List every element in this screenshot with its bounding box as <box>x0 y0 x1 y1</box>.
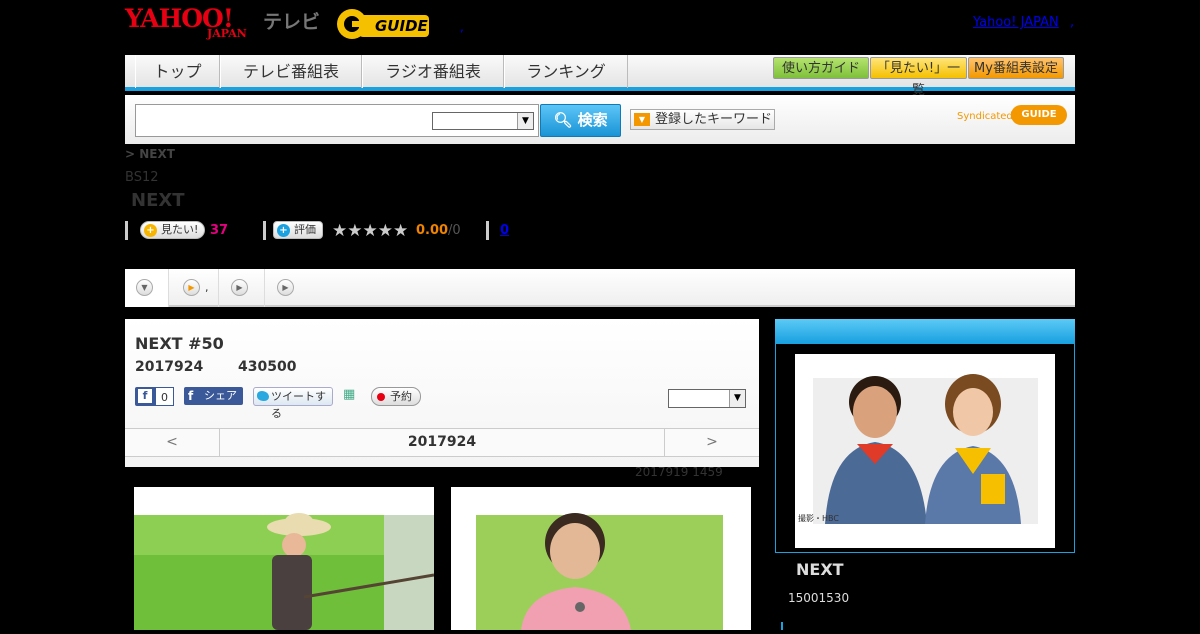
tweet-label: ツイートする <box>271 390 326 420</box>
facebook-share-button[interactable]: f シェア <box>184 387 243 405</box>
episode-photo-1[interactable] <box>134 487 435 630</box>
divider <box>125 221 128 240</box>
mitai-list-button[interactable]: 「見たい!」一覧 <box>870 57 967 98</box>
twitter-bird-icon <box>257 391 269 401</box>
gguide-logo[interactable]: GUIDE <box>335 7 431 41</box>
search-button-label: 検索 <box>577 111 608 129</box>
my-guide-settings-button[interactable]: My番組表設定 <box>968 57 1064 79</box>
sidebar-air-time: 15001530 <box>788 591 850 605</box>
episode-title: NEXT #50 <box>135 334 224 353</box>
tab-label: , <box>205 281 209 294</box>
japan-logo: JAPAN <box>207 27 247 40</box>
prev-date-button[interactable]: < <box>125 429 220 456</box>
star-rating-icon: ★★★★★ <box>332 221 409 241</box>
breadcrumb[interactable]: > NEXT <box>125 147 175 161</box>
header-small-link[interactable]: , <box>460 20 464 34</box>
header-separator: , <box>1070 15 1075 30</box>
mitai-button[interactable]: + 見たい! <box>140 221 206 239</box>
rating-count: /0 <box>448 223 461 238</box>
episode-date: 2017924 <box>135 359 204 375</box>
tab-reviews[interactable]: ▶ <box>265 269 311 307</box>
program-tabs: ▼ ▶ , ▶ ▶ <box>125 269 1075 307</box>
episode-time: 430500 <box>238 359 297 375</box>
reserve-button[interactable]: 予約 <box>371 387 421 406</box>
facebook-like-button[interactable]: f0 <box>135 387 174 406</box>
updated-timestamp: 2017919 1459 <box>635 465 723 479</box>
gguide-logo-text: GUIDE <box>375 17 428 35</box>
divider <box>263 221 266 240</box>
rate-button[interactable]: + 評価 <box>273 221 323 239</box>
reserve-label: 予約 <box>390 390 412 403</box>
search-button[interactable]: 🔍︎ 検索 <box>540 104 621 137</box>
rating-value: 0.00 <box>416 223 449 238</box>
program-title: NEXT <box>131 190 185 211</box>
usage-guide-button[interactable]: 使い方ガイド <box>773 57 869 79</box>
chevron-down-icon: ▼ <box>136 279 153 296</box>
search-bar: ▼ 🔍︎ 検索 ▼ 登録したキーワード Syndicated GUIDE <box>125 95 1075 144</box>
plus-icon: + <box>277 224 290 237</box>
mitai-count: 37 <box>210 223 229 238</box>
calendar-add-icon[interactable]: ▦ <box>343 387 359 405</box>
facebook-like-count: 0 <box>155 387 174 406</box>
rice-field-farmer-image <box>134 513 435 630</box>
plus-icon: + <box>144 224 157 237</box>
tab-info[interactable]: ▼ <box>125 269 169 307</box>
man-in-field-image <box>476 513 723 630</box>
tv-label[interactable]: テレビ <box>263 7 320 34</box>
syndicated-label: Syndicated <box>957 111 1013 122</box>
episode-photo-2[interactable] <box>451 487 751 630</box>
date-navigation: < 2017924 > <box>125 428 759 457</box>
dropdown-arrow-icon: ▼ <box>634 113 650 126</box>
main-nav: トップ テレビ番組表 ラジオ番組表 ランキング 使い方ガイド 「見たい!」一覧 … <box>125 55 1075 98</box>
tab-episodes[interactable]: ▶ , <box>169 269 219 307</box>
search-icon: 🔍︎ <box>553 111 573 129</box>
next-date-button[interactable]: > <box>664 429 759 456</box>
facebook-icon: f <box>138 389 152 403</box>
photo-credit: 撮影・HBC <box>798 514 839 523</box>
syndicated-gguide-logo: GUIDE <box>1011 105 1067 125</box>
play-icon: ▶ <box>183 279 200 296</box>
chevron-down-icon: ▼ <box>517 113 533 129</box>
nav-tab-top[interactable]: トップ <box>135 55 220 88</box>
facebook-icon: f <box>188 389 194 403</box>
sidebar-header <box>775 319 1075 343</box>
review-count-link[interactable]: 0 <box>500 223 509 238</box>
record-icon <box>377 393 385 401</box>
nav-tab-tv-guide[interactable]: テレビ番組表 <box>220 55 362 88</box>
nav-tab-radio-guide[interactable]: ラジオ番組表 <box>362 55 504 88</box>
mitai-label: 見たい! <box>161 223 199 236</box>
play-icon: ▶ <box>277 279 294 296</box>
sidebar-program-name: NEXT <box>796 560 844 579</box>
facebook-share-label: シェア <box>204 389 237 402</box>
divider <box>486 221 489 240</box>
saved-keywords-button[interactable]: ▼ 登録したキーワード <box>630 109 775 130</box>
station-name: BS12 <box>125 170 159 185</box>
saved-keywords-label: 登録したキーワード <box>655 112 773 127</box>
yahoo-japan-link[interactable]: Yahoo! JAPAN <box>973 15 1059 30</box>
play-icon: ▶ <box>231 279 248 296</box>
rate-label: 評価 <box>294 223 316 236</box>
tweet-button[interactable]: ツイートする <box>253 387 333 420</box>
chevron-down-icon: ▼ <box>729 390 745 407</box>
nav-tab-ranking[interactable]: ランキング <box>504 55 628 88</box>
episode-select[interactable]: ▼ <box>668 389 746 408</box>
episode-card: NEXT #50 2017924 430500 f0 f シェア ツイートする … <box>125 319 759 467</box>
sidebar-accent-line <box>781 622 783 630</box>
current-date: 2017924 <box>407 434 477 450</box>
tab-cast[interactable]: ▶ <box>219 269 265 307</box>
search-category-select[interactable]: ▼ <box>432 112 534 130</box>
